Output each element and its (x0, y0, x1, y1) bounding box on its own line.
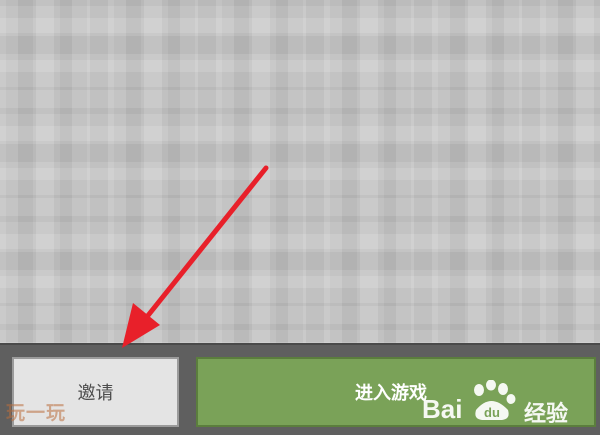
baidu-jingyan-text: 经验 (524, 402, 569, 427)
watermark-left: 玩一玩 (6, 402, 67, 424)
baidu-paw-icon: du (474, 380, 516, 420)
baidu-du-text: du (484, 405, 500, 420)
enter-game-button-label: 进入游戏 (355, 383, 427, 404)
baidu-bai-text: Bai (422, 394, 463, 424)
baidu-jingyan-watermark: Bai du 经验 (422, 380, 597, 430)
stone-background (0, 0, 600, 343)
invite-button-label: 邀请 (77, 383, 114, 404)
